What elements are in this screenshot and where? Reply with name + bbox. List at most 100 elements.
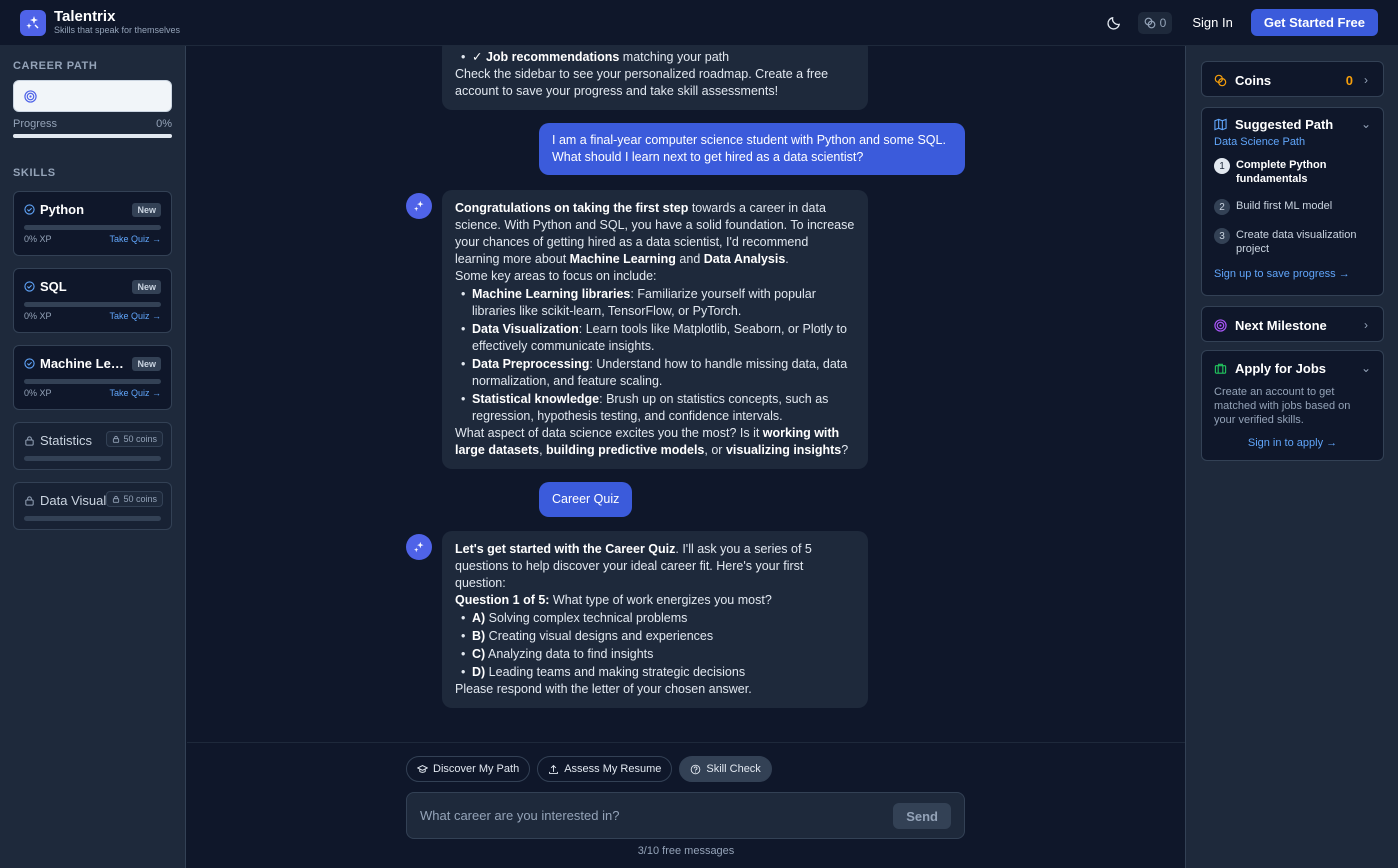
moon-icon[interactable] [1104, 12, 1126, 34]
map-icon [1214, 118, 1227, 130]
graduation-cap-icon [417, 764, 428, 773]
list-item: Machine Learning libraries: Familiarize … [461, 286, 855, 320]
coins-panel[interactable]: Coins 0 › [1201, 61, 1384, 97]
brand-name: Talentrix [54, 8, 116, 25]
sign-in-to-apply-link[interactable]: Sign in to apply → [1202, 437, 1383, 449]
take-quiz-link[interactable]: Take Quiz → [109, 311, 161, 321]
free-message-count: 3/10 free messages [637, 845, 735, 857]
coin-counter[interactable]: 0 [1137, 11, 1173, 34]
coins-cost-badge: 50 coins [106, 431, 163, 447]
help-circle-icon [691, 764, 701, 774]
send-button[interactable]: Send [893, 803, 951, 829]
user-message: I am a final-year computer science stude… [539, 123, 965, 175]
chat-area[interactable]: ✓ Job recommendations matching your path… [187, 46, 1185, 742]
suggested-path-panel: Suggested Path ⌄ Data Science Path 1 Com… [1201, 107, 1384, 296]
target-icon [1214, 318, 1227, 332]
path-step: 2 Build first ML model [1202, 199, 1383, 215]
target-icon [24, 89, 37, 103]
chevron-right-icon: › [1364, 318, 1368, 332]
new-badge: New [132, 357, 161, 371]
list-item: ✓ Job recommendations matching your path [461, 49, 855, 66]
message-input-box[interactable]: Send [406, 792, 965, 839]
assess-resume-chip[interactable]: Assess My Resume [537, 756, 673, 782]
user-message: Career Quiz [539, 482, 633, 517]
chevron-right-icon: › [1364, 73, 1368, 87]
list-item: Data Preprocessing: Understand how to ha… [461, 356, 855, 390]
lock-icon [25, 436, 34, 446]
skill-name: SQL [40, 279, 67, 294]
lock-icon [113, 495, 120, 503]
coins-icon [1214, 74, 1227, 86]
brand[interactable]: Talentrix Skills that speak for themselv… [54, 9, 180, 36]
progress-row: Progress 0% [13, 118, 172, 130]
skill-card-statistics[interactable]: Statistics 50 coins [13, 422, 172, 470]
left-sidebar: CAREER PATH Progress 0% SKILLS Python Ne… [0, 46, 186, 868]
sparkle-logo-icon[interactable] [20, 9, 46, 36]
list-item: B) Creating visual designs and experienc… [461, 628, 855, 645]
skill-card-data-visualization[interactable]: Data Visualization 50 coins [13, 482, 172, 530]
skill-xp-bar [24, 379, 161, 384]
skill-xp: 0% XP [24, 234, 52, 244]
composer: Discover My Path Assess My Resume Skill … [187, 742, 1185, 868]
skill-name: Machine Learning [40, 356, 124, 371]
briefcase-icon [1214, 363, 1227, 374]
skill-xp-bar [24, 456, 161, 461]
coins-title: Coins [1235, 72, 1272, 88]
sign-in-button[interactable]: Sign In [1192, 15, 1232, 30]
take-quiz-link[interactable]: Take Quiz → [109, 388, 161, 398]
message-input[interactable] [420, 808, 890, 823]
skill-xp-bar [24, 302, 161, 307]
list-item: C) Analyzing data to find insights [461, 646, 855, 663]
ai-message-partial: ✓ Job recommendations matching your path… [442, 46, 868, 110]
skill-card-machine-learning[interactable]: Machine Learning New 0% XP Take Quiz → [13, 345, 172, 410]
skill-xp-bar [24, 225, 161, 230]
new-badge: New [132, 203, 161, 217]
check-circle-icon [24, 204, 35, 215]
discover-path-chip[interactable]: Discover My Path [406, 756, 531, 782]
ai-message: Congratulations on taking the first step… [442, 190, 868, 469]
right-sidebar: Coins 0 › Suggested Path ⌄ Data Science … [1185, 46, 1398, 868]
top-header: Talentrix Skills that speak for themselv… [0, 0, 1398, 46]
list-item: D) Leading teams and making strategic de… [461, 664, 855, 681]
next-milestone-title: Next Milestone [1235, 317, 1327, 333]
apply-jobs-panel: Apply for Jobs ⌄ Create an account to ge… [1201, 350, 1384, 461]
assistant-avatar-icon [406, 193, 432, 219]
check-circle-icon [24, 358, 35, 369]
skill-card-python[interactable]: Python New 0% XP Take Quiz → [13, 191, 172, 256]
new-badge: New [132, 280, 161, 294]
apply-jobs-title: Apply for Jobs [1235, 360, 1327, 376]
skill-name: Data Visualization [40, 493, 110, 508]
suggested-path-title: Suggested Path [1235, 116, 1334, 132]
skill-card-sql[interactable]: SQL New 0% XP Take Quiz → [13, 268, 172, 333]
skill-xp: 0% XP [24, 311, 52, 321]
skill-name: Statistics [40, 433, 93, 448]
path-step: 1 Complete Python fundamentals [1202, 158, 1383, 186]
coins-cost-badge: 50 coins [106, 491, 163, 507]
coins-icon [1144, 17, 1156, 28]
upload-icon [549, 764, 559, 774]
progress-value: 0% [156, 118, 172, 130]
path-name: Data Science Path [1214, 136, 1306, 148]
ai-message: Let's get started with the Career Quiz. … [442, 531, 868, 708]
skill-name: Python [40, 202, 85, 217]
apply-jobs-description: Create an account to get matched with jo… [1214, 386, 1351, 426]
path-step: 3 Create data visualization project [1202, 228, 1383, 256]
get-started-button[interactable]: Get Started Free [1250, 9, 1378, 36]
check-circle-icon [24, 281, 35, 292]
progress-bar [13, 134, 172, 138]
career-path-input[interactable] [13, 80, 172, 112]
coins-value: 0 [1345, 72, 1353, 88]
coins-cost: 50 coins [123, 434, 157, 444]
list-item: Data Visualization: Learn tools like Mat… [461, 321, 855, 355]
sign-up-link[interactable]: Sign up to save progress → [1202, 268, 1383, 280]
lock-icon [113, 435, 120, 443]
skill-check-chip[interactable]: Skill Check [679, 756, 772, 782]
coin-count: 0 [1159, 15, 1167, 30]
apply-jobs-header[interactable]: Apply for Jobs ⌄ [1202, 351, 1383, 385]
list-item: A) Solving complex technical problems [461, 610, 855, 627]
coins-cost: 50 coins [123, 494, 157, 504]
skill-xp-bar [24, 516, 161, 521]
next-milestone-panel[interactable]: Next Milestone › [1201, 306, 1384, 342]
progress-label: Progress [13, 118, 58, 130]
take-quiz-link[interactable]: Take Quiz → [109, 234, 161, 244]
